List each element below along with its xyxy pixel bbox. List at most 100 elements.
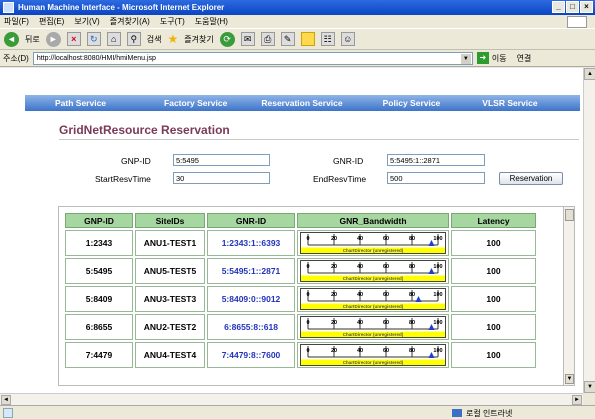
cell-gnr-id: 5:5495:1::2871 <box>207 258 295 284</box>
start-resv-time-input[interactable] <box>173 172 270 184</box>
ie-app-icon <box>3 2 14 13</box>
scroll-down-icon[interactable]: ▼ <box>584 381 595 393</box>
menu-file[interactable]: 파일(F) <box>4 16 29 27</box>
header-gnr-bandwidth: GNR_Bandwidth <box>297 213 449 228</box>
scroll-thumb[interactable] <box>565 209 574 221</box>
close-icon[interactable]: × <box>580 1 593 13</box>
menu-view[interactable]: 보기(V) <box>74 16 99 27</box>
chevron-down-icon[interactable]: ▼ <box>460 53 471 64</box>
header-gnr-id: GNR-ID <box>207 213 295 228</box>
cell-latency: 100 <box>451 286 536 312</box>
cell-gnr-id: 1:2343:1::6393 <box>207 230 295 256</box>
table-row[interactable]: 5:8409 ANU3-TEST3 5:8409:0::9012 0 20 40 60 80 1… <box>65 286 536 312</box>
gauge-tick-label: 80 <box>409 236 415 242</box>
table-row[interactable]: 6:8655 ANU2-TEST2 6:8655:8::618 0 20 40 60 80 10… <box>65 314 536 340</box>
search-label[interactable]: 검색 <box>147 34 162 45</box>
messenger-icon[interactable]: ☺ <box>340 32 355 46</box>
window-controls: _ □ × <box>552 1 593 13</box>
nav-path-service[interactable]: Path Service <box>55 98 106 108</box>
address-input[interactable]: http://localhost:8080/HMI/hmiMenu.jsp ▼ <box>32 51 473 65</box>
windows-logo-icon <box>567 16 587 28</box>
gauge-tick-label: 40 <box>357 264 363 270</box>
cell-site-id: ANU3-TEST3 <box>135 286 205 312</box>
table-row[interactable]: 1:2343 ANU1-TEST1 1:2343:1::6393 0 20 40 60 80 1… <box>65 230 536 256</box>
window-titlebar[interactable]: Human Machine Interface - Microsoft Inte… <box>0 0 595 15</box>
minimize-icon[interactable]: _ <box>552 1 565 13</box>
scroll-left-icon[interactable]: ◄ <box>1 395 11 405</box>
bandwidth-gauge: 0 20 40 60 80 100 ChartDirector (unregistered) <box>300 344 446 366</box>
scroll-right-icon[interactable]: ► <box>572 395 582 405</box>
gauge-tick-label: 20 <box>331 348 337 354</box>
scroll-up-icon[interactable]: ▲ <box>584 68 595 80</box>
menu-tools[interactable]: 도구(T) <box>160 16 185 27</box>
cell-gnp-id: 1:2343 <box>65 230 133 256</box>
reservation-button[interactable]: Reservation <box>499 172 563 185</box>
gauge-watermark: ChartDirector (unregistered) <box>343 248 404 253</box>
favorites-icon[interactable]: ★ <box>167 32 178 46</box>
bandwidth-gauge: 0 20 40 60 80 100 ChartDirector (unregistered) <box>300 288 446 310</box>
back-label[interactable]: 뒤로 <box>25 34 40 45</box>
menu-favorites[interactable]: 즐겨찾기(A) <box>110 16 150 27</box>
page-title: GridNetResource Reservation <box>59 123 230 137</box>
scroll-down-icon[interactable]: ▼ <box>565 374 574 384</box>
print-icon[interactable]: ⎙ <box>260 32 275 46</box>
end-resv-time-input[interactable] <box>387 172 485 184</box>
search-icon[interactable]: ⚲ <box>126 32 141 46</box>
table-row[interactable]: 7:4479 ANU4-TEST4 7:4479:8::7600 0 20 40 60 80 1… <box>65 342 536 368</box>
table-scrollbar[interactable]: ▼ <box>563 206 575 386</box>
refresh-icon[interactable]: ↻ <box>86 32 101 46</box>
gauge-tick-label: 40 <box>357 292 363 298</box>
favorites-label[interactable]: 즐겨찾기 <box>184 34 213 45</box>
nav-factory-service[interactable]: Factory Service <box>164 98 227 108</box>
gauge-tick-label: 60 <box>383 292 389 298</box>
go-icon[interactable]: ➜ <box>476 52 489 64</box>
cell-bandwidth: 0 20 40 60 80 100 ChartDirector (unregistered) <box>297 314 449 340</box>
header-latency: Latency <box>451 213 536 228</box>
nav-policy-service[interactable]: Policy Service <box>383 98 441 108</box>
nav-vlsr-service[interactable]: VLSR Service <box>482 98 537 108</box>
go-button[interactable]: 이동 <box>492 53 507 64</box>
gauge-tick-label: 80 <box>409 264 415 270</box>
status-bar: 로컬 인트라넷 <box>0 405 595 419</box>
discuss-icon[interactable]: ☷ <box>320 32 335 46</box>
edit-icon[interactable]: ✎ <box>280 32 295 46</box>
bandwidth-gauge: 0 20 40 60 80 100 ChartDirector (unregistered) <box>300 316 446 338</box>
gauge-tick-label: 100 <box>433 264 442 270</box>
gauge-tick-label: 80 <box>409 320 415 326</box>
gauge-tick-label: 20 <box>331 292 337 298</box>
mail-icon[interactable]: ✉ <box>240 32 255 46</box>
cell-bandwidth: 0 20 40 60 80 100 ChartDirector (unregistered) <box>297 342 449 368</box>
restore-icon[interactable]: □ <box>566 1 579 13</box>
menu-help[interactable]: 도움말(H) <box>195 16 228 27</box>
gauge-watermark: ChartDirector (unregistered) <box>343 304 404 309</box>
gauge-tick-label: 0 <box>306 264 309 270</box>
menu-edit[interactable]: 편집(E) <box>39 16 64 27</box>
forward-icon[interactable]: ► <box>45 31 61 47</box>
gnp-id-label: GNP-ID <box>121 156 151 166</box>
cell-site-id: ANU1-TEST1 <box>135 230 205 256</box>
resource-table-panel: GNP-ID SiteIDs GNR-ID GNR_Bandwidth Late… <box>58 206 565 386</box>
back-icon[interactable]: ◄ <box>4 31 19 47</box>
home-icon[interactable]: ⌂ <box>106 32 121 46</box>
gnp-id-input[interactable] <box>173 154 270 166</box>
cell-bandwidth: 0 20 40 60 80 100 ChartDirector (unregistered) <box>297 230 449 256</box>
page-viewport: Path Service Factory Service Reservation… <box>0 68 583 393</box>
history-icon[interactable]: ⟳ <box>219 31 235 47</box>
links-button[interactable]: 연결 <box>517 53 532 64</box>
gauge-tick-label: 60 <box>383 236 389 242</box>
gauge-tick-label: 40 <box>357 348 363 354</box>
nav-reservation-service[interactable]: Reservation Service <box>261 98 342 108</box>
gauge-watermark: ChartDirector (unregistered) <box>343 360 404 365</box>
gnr-id-input[interactable] <box>387 154 485 166</box>
resource-table: GNP-ID SiteIDs GNR-ID GNR_Bandwidth Late… <box>63 211 538 370</box>
horizontal-scrollbar[interactable]: ◄ ► <box>0 393 583 405</box>
page-scrollbar[interactable]: ▲ ▼ <box>583 68 595 393</box>
table-row[interactable]: 5:5495 ANU5-TEST5 5:5495:1::2871 0 20 40 60 80 1… <box>65 258 536 284</box>
zone-label: 로컬 인트라넷 <box>466 409 513 418</box>
gauge-tick-label: 40 <box>357 320 363 326</box>
stop-icon[interactable]: × <box>66 32 81 46</box>
folder-icon[interactable] <box>300 32 315 46</box>
gauge-tick-label: 60 <box>383 348 389 354</box>
cell-site-id: ANU4-TEST4 <box>135 342 205 368</box>
gauge-tick-label: 100 <box>433 236 442 242</box>
